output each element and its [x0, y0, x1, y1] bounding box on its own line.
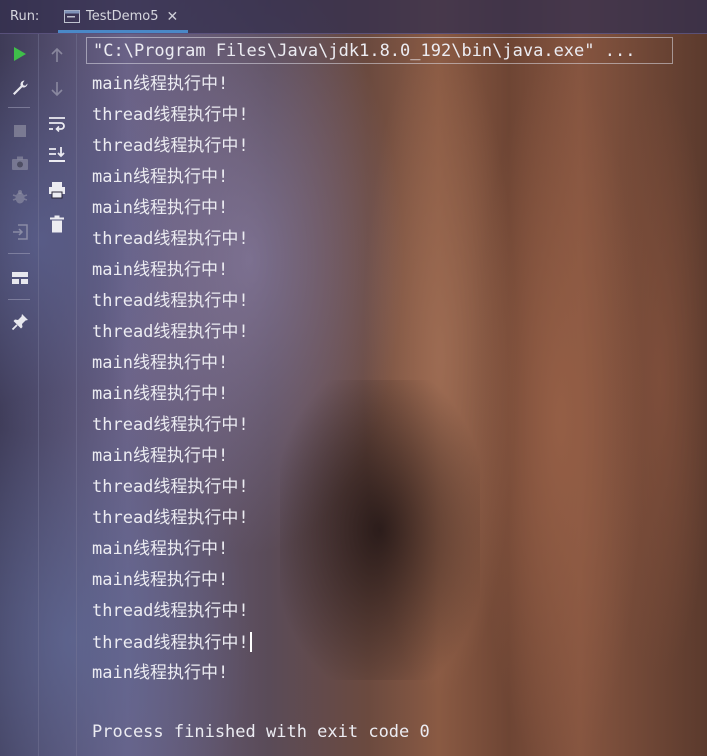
console-command-line[interactable]: "C:\Program Files\Java\jdk1.8.0_192\bin\… — [86, 37, 673, 64]
console-output-line: main线程执行中! — [92, 384, 229, 404]
bug-icon[interactable] — [9, 186, 31, 208]
console-output-line: main线程执行中! — [92, 570, 229, 590]
layout-icon[interactable] — [9, 267, 31, 289]
console-output-line: main线程执行中! — [92, 446, 229, 466]
arrow-down-icon[interactable] — [46, 78, 68, 100]
console-output-line: thread线程执行中! — [92, 508, 249, 528]
console-output-line: main线程执行中! — [92, 663, 229, 683]
console-output-line: main线程执行中! — [92, 167, 229, 187]
stop-icon[interactable] — [9, 120, 31, 142]
exit-message: Process finished with exit code 0 — [92, 722, 430, 742]
text-caret — [249, 632, 252, 652]
exit-icon[interactable] — [9, 221, 31, 243]
soft-wrap-icon[interactable] — [46, 113, 68, 135]
console-output-line: main线程执行中! — [92, 198, 229, 218]
pin-icon[interactable] — [9, 311, 31, 333]
close-icon[interactable]: ✕ — [167, 9, 179, 25]
console-actions-toolbar — [38, 34, 77, 756]
console-output-line: thread线程执行中! — [92, 136, 249, 156]
tab-label: TestDemo5 — [86, 9, 159, 24]
console-output-line: main线程执行中! — [92, 260, 229, 280]
console-output-line: thread线程执行中! — [92, 601, 249, 621]
command-text: "C:\Program Files\Java\jdk1.8.0_192\bin\… — [93, 41, 636, 61]
scroll-to-end-icon[interactable] — [46, 144, 68, 166]
console-output-line: main线程执行中! — [92, 539, 229, 559]
console-output-line: thread线程执行中! — [92, 477, 249, 497]
console-output-line: thread线程执行中! — [92, 632, 252, 653]
trash-icon[interactable] — [46, 213, 68, 235]
console-window-icon — [64, 10, 80, 23]
run-actions-toolbar — [0, 34, 39, 756]
arrow-up-icon[interactable] — [46, 44, 68, 66]
console-output-line: main线程执行中! — [92, 74, 229, 94]
console-output-line: thread线程执行中! — [92, 322, 249, 342]
print-icon[interactable] — [46, 179, 68, 201]
toolbar-separator — [8, 299, 30, 300]
console-output-line: main线程执行中! — [92, 353, 229, 373]
console-output-line: thread线程执行中! — [92, 291, 249, 311]
tab-testdemo5[interactable]: TestDemo5 ✕ — [58, 0, 189, 33]
run-tool-window-header: Run: TestDemo5 ✕ — [0, 0, 707, 34]
camera-icon[interactable] — [9, 152, 31, 174]
wrench-icon[interactable] — [9, 77, 31, 99]
console-output-line: thread线程执行中! — [92, 229, 249, 249]
console-output-line: thread线程执行中! — [92, 415, 249, 435]
run-icon[interactable] — [9, 43, 31, 65]
toolbar-separator — [8, 107, 30, 108]
console-output-line: thread线程执行中! — [92, 105, 249, 125]
wallpaper-shadow — [280, 380, 480, 680]
run-label: Run: — [10, 9, 40, 24]
toolbar-separator — [8, 253, 30, 254]
